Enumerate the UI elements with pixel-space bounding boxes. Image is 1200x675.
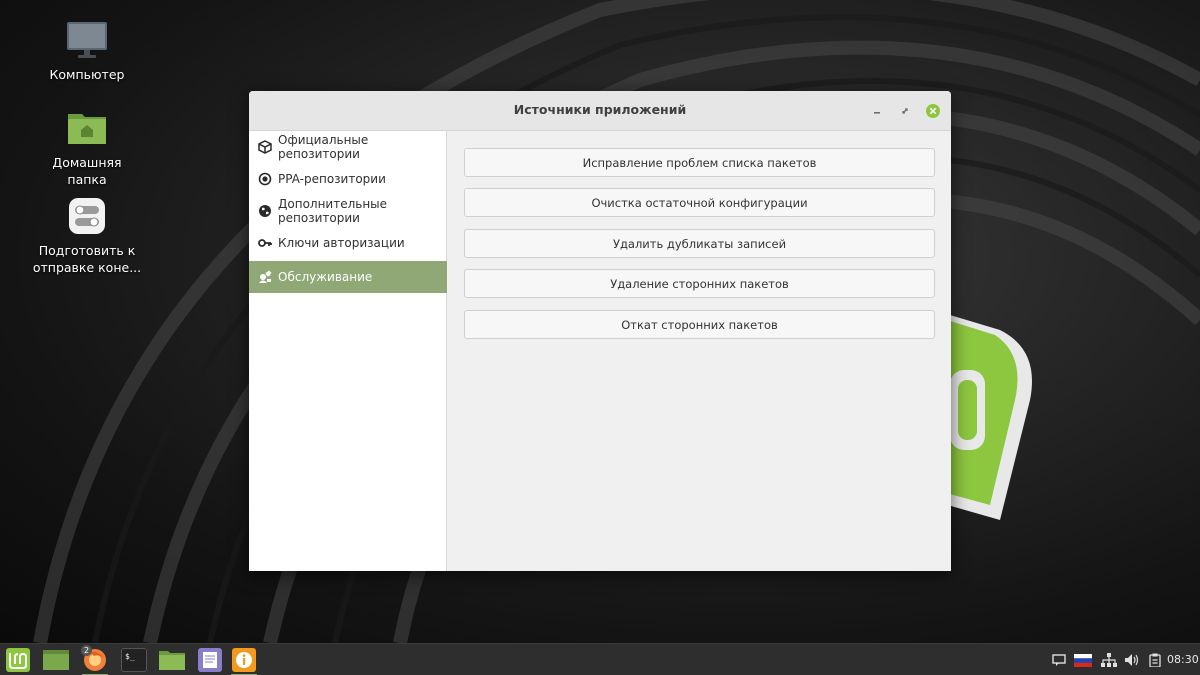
fix-package-list-button[interactable]: Исправление проблем списка пакетов <box>464 148 935 177</box>
desktop-icon-label: Домашняя папка <box>52 155 122 187</box>
firefox-button[interactable]: 2 <box>80 645 110 675</box>
taskbar: 2 $_ 08:30 <box>0 643 1200 675</box>
desktop-icon-label-line2: отправке коне... <box>32 260 142 275</box>
firefox-window-count-badge: 2 <box>81 645 93 656</box>
maximize-button[interactable] <box>897 103 913 119</box>
software-sources-window: Источники приложений Официальные репозит… <box>249 91 951 571</box>
close-button[interactable] <box>925 103 941 119</box>
mint-menu-icon <box>6 648 30 672</box>
toggle-settings-icon <box>65 194 109 238</box>
desktop-icon-label: Компьютер <box>49 67 125 82</box>
sidebar-item-label: PPA-репозитории <box>278 172 386 186</box>
sidebar-item-label: Официальные репозитории <box>278 133 369 161</box>
desktop-icon-computer[interactable]: Компьютер <box>32 18 142 83</box>
window-titlebar[interactable]: Источники приложений <box>249 91 951 131</box>
computer-icon <box>65 18 109 62</box>
sidebar-item-authentication-keys[interactable]: Ключи авторизации <box>249 227 447 259</box>
network-icon <box>1101 653 1117 667</box>
desktop-icon-home-folder[interactable]: Домашняя папка <box>32 106 142 188</box>
clipboard-button[interactable] <box>1149 652 1161 671</box>
desktop-icon-label: Подготовить к <box>38 243 136 258</box>
terminal-button[interactable]: $_ <box>119 646 149 674</box>
close-icon <box>926 104 940 118</box>
sidebar-item-ppa-repositories[interactable]: PPA-репозитории <box>249 163 447 195</box>
software-sources-button[interactable] <box>229 646 259 675</box>
purge-residual-config-button[interactable]: Очистка остаточной конфигурации <box>464 188 935 217</box>
remove-foreign-packages-button[interactable]: Удаление сторонних пакетов <box>464 269 935 298</box>
sidebar-item-maintenance[interactable]: Обслуживание <box>249 261 447 293</box>
language-flag-ru-icon <box>1074 654 1092 667</box>
terminal-icon: $_ <box>121 648 147 672</box>
show-desktop-button[interactable] <box>41 646 71 674</box>
sidebar-item-official-repositories[interactable]: Официальные репозитории <box>249 131 447 163</box>
mint-menu-button[interactable] <box>3 646 33 674</box>
volume-button[interactable] <box>1124 652 1140 671</box>
sidebar: Официальные репозитории PPA-репозитории … <box>249 131 447 571</box>
maximize-icon <box>902 108 908 114</box>
terminal-prompt-glyph: $_ <box>125 652 135 661</box>
downgrade-foreign-packages-button[interactable]: Откат сторонних пакетов <box>464 310 935 339</box>
show-desktop-icon <box>43 650 69 670</box>
text-editor-icon <box>198 648 222 672</box>
software-sources-icon <box>232 648 256 672</box>
sidebar-item-label: Ключи авторизации <box>278 236 405 250</box>
home-folder-icon <box>65 106 109 150</box>
volume-icon <box>1125 654 1139 666</box>
clipboard-icon <box>1149 653 1161 668</box>
minimize-icon <box>874 112 880 114</box>
notifications-button[interactable] <box>1052 652 1066 671</box>
text-editor-button[interactable] <box>195 646 225 674</box>
keyboard-layout-button[interactable] <box>1074 652 1092 671</box>
maintenance-panel: Исправление проблем списка пакетов Очист… <box>448 131 951 571</box>
globe-icon <box>258 204 272 218</box>
files-icon <box>159 651 185 670</box>
sidebar-item-label: Дополнительные репозитории <box>278 197 388 225</box>
maintenance-icon <box>258 270 272 284</box>
sidebar-item-label: Обслуживание <box>278 270 373 284</box>
package-icon <box>258 140 272 154</box>
sidebar-item-additional-repositories[interactable]: Дополнительные репозитории <box>249 195 447 227</box>
target-icon <box>258 172 272 186</box>
key-icon <box>258 236 272 250</box>
minimize-button[interactable] <box>869 103 885 119</box>
network-button[interactable] <box>1101 652 1117 671</box>
files-button[interactable] <box>157 646 187 674</box>
notification-icon <box>1052 654 1066 666</box>
window-title: Источники приложений <box>513 102 687 117</box>
desktop-icon-prepare-report[interactable]: Подготовить к отправке коне... <box>32 194 142 276</box>
clock[interactable]: 08:30 <box>1167 653 1199 666</box>
remove-duplicate-entries-button[interactable]: Удалить дубликаты записей <box>464 229 935 258</box>
